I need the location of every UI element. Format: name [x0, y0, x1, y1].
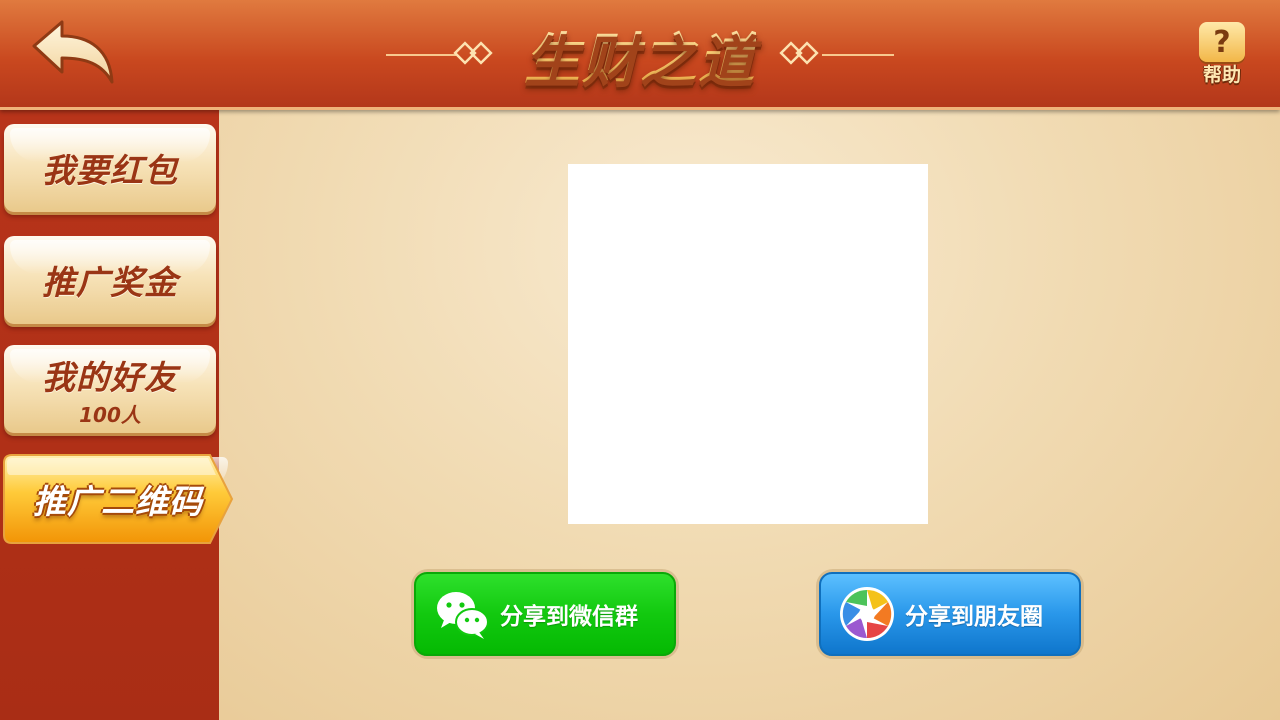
sidebar-item-label: 推广二维码	[33, 482, 203, 521]
right-ornament-icon	[779, 41, 894, 65]
sidebar-item-label: 推广奖金	[42, 263, 178, 302]
friend-count: 100人	[79, 402, 141, 427]
title-area: 生财之道	[0, 10, 1280, 100]
share-moments-button[interactable]: 分享到朋友圈	[819, 572, 1081, 656]
qr-code-area	[568, 164, 928, 524]
share-moments-inner: 分享到朋友圈	[819, 572, 1081, 656]
promotion-screen: 生财之道 ? 帮助 我要红包 推广奖金 我的好友 100人 推广二维码 分享到微…	[0, 0, 1280, 720]
share-wechat-inner: 分享到微信群	[414, 572, 676, 656]
page-title: 生财之道	[524, 15, 756, 96]
sidebar: 我要红包 推广奖金 我的好友 100人 推广二维码	[0, 110, 234, 720]
help-label: 帮助	[1202, 64, 1241, 86]
share-wechat-label: 分享到微信群	[500, 604, 638, 630]
sidebar-item-promotion-bonus[interactable]: 推广奖金	[4, 236, 216, 324]
wechat-icon	[437, 592, 489, 639]
moments-aperture-icon	[840, 587, 894, 641]
help-button[interactable]: ? 帮助	[1198, 22, 1246, 88]
sidebar-item-qr-code[interactable]: 推广二维码	[2, 453, 234, 545]
help-icon: ?	[1199, 22, 1245, 62]
left-ornament-icon	[386, 41, 493, 65]
main-panel: 分享到微信群 分享到朋友圈	[219, 110, 1280, 720]
share-moments-label: 分享到朋友圈	[905, 604, 1043, 630]
sidebar-item-red-packet[interactable]: 我要红包	[4, 124, 216, 212]
sidebar-item-my-friends[interactable]: 我的好友 100人	[4, 345, 216, 433]
sidebar-item-label: 我要红包	[42, 151, 178, 190]
header-bar: 生财之道 ? 帮助	[0, 0, 1280, 110]
sidebar-item-label: 我的好友	[42, 357, 178, 397]
share-wechat-group-button[interactable]: 分享到微信群	[414, 572, 676, 656]
